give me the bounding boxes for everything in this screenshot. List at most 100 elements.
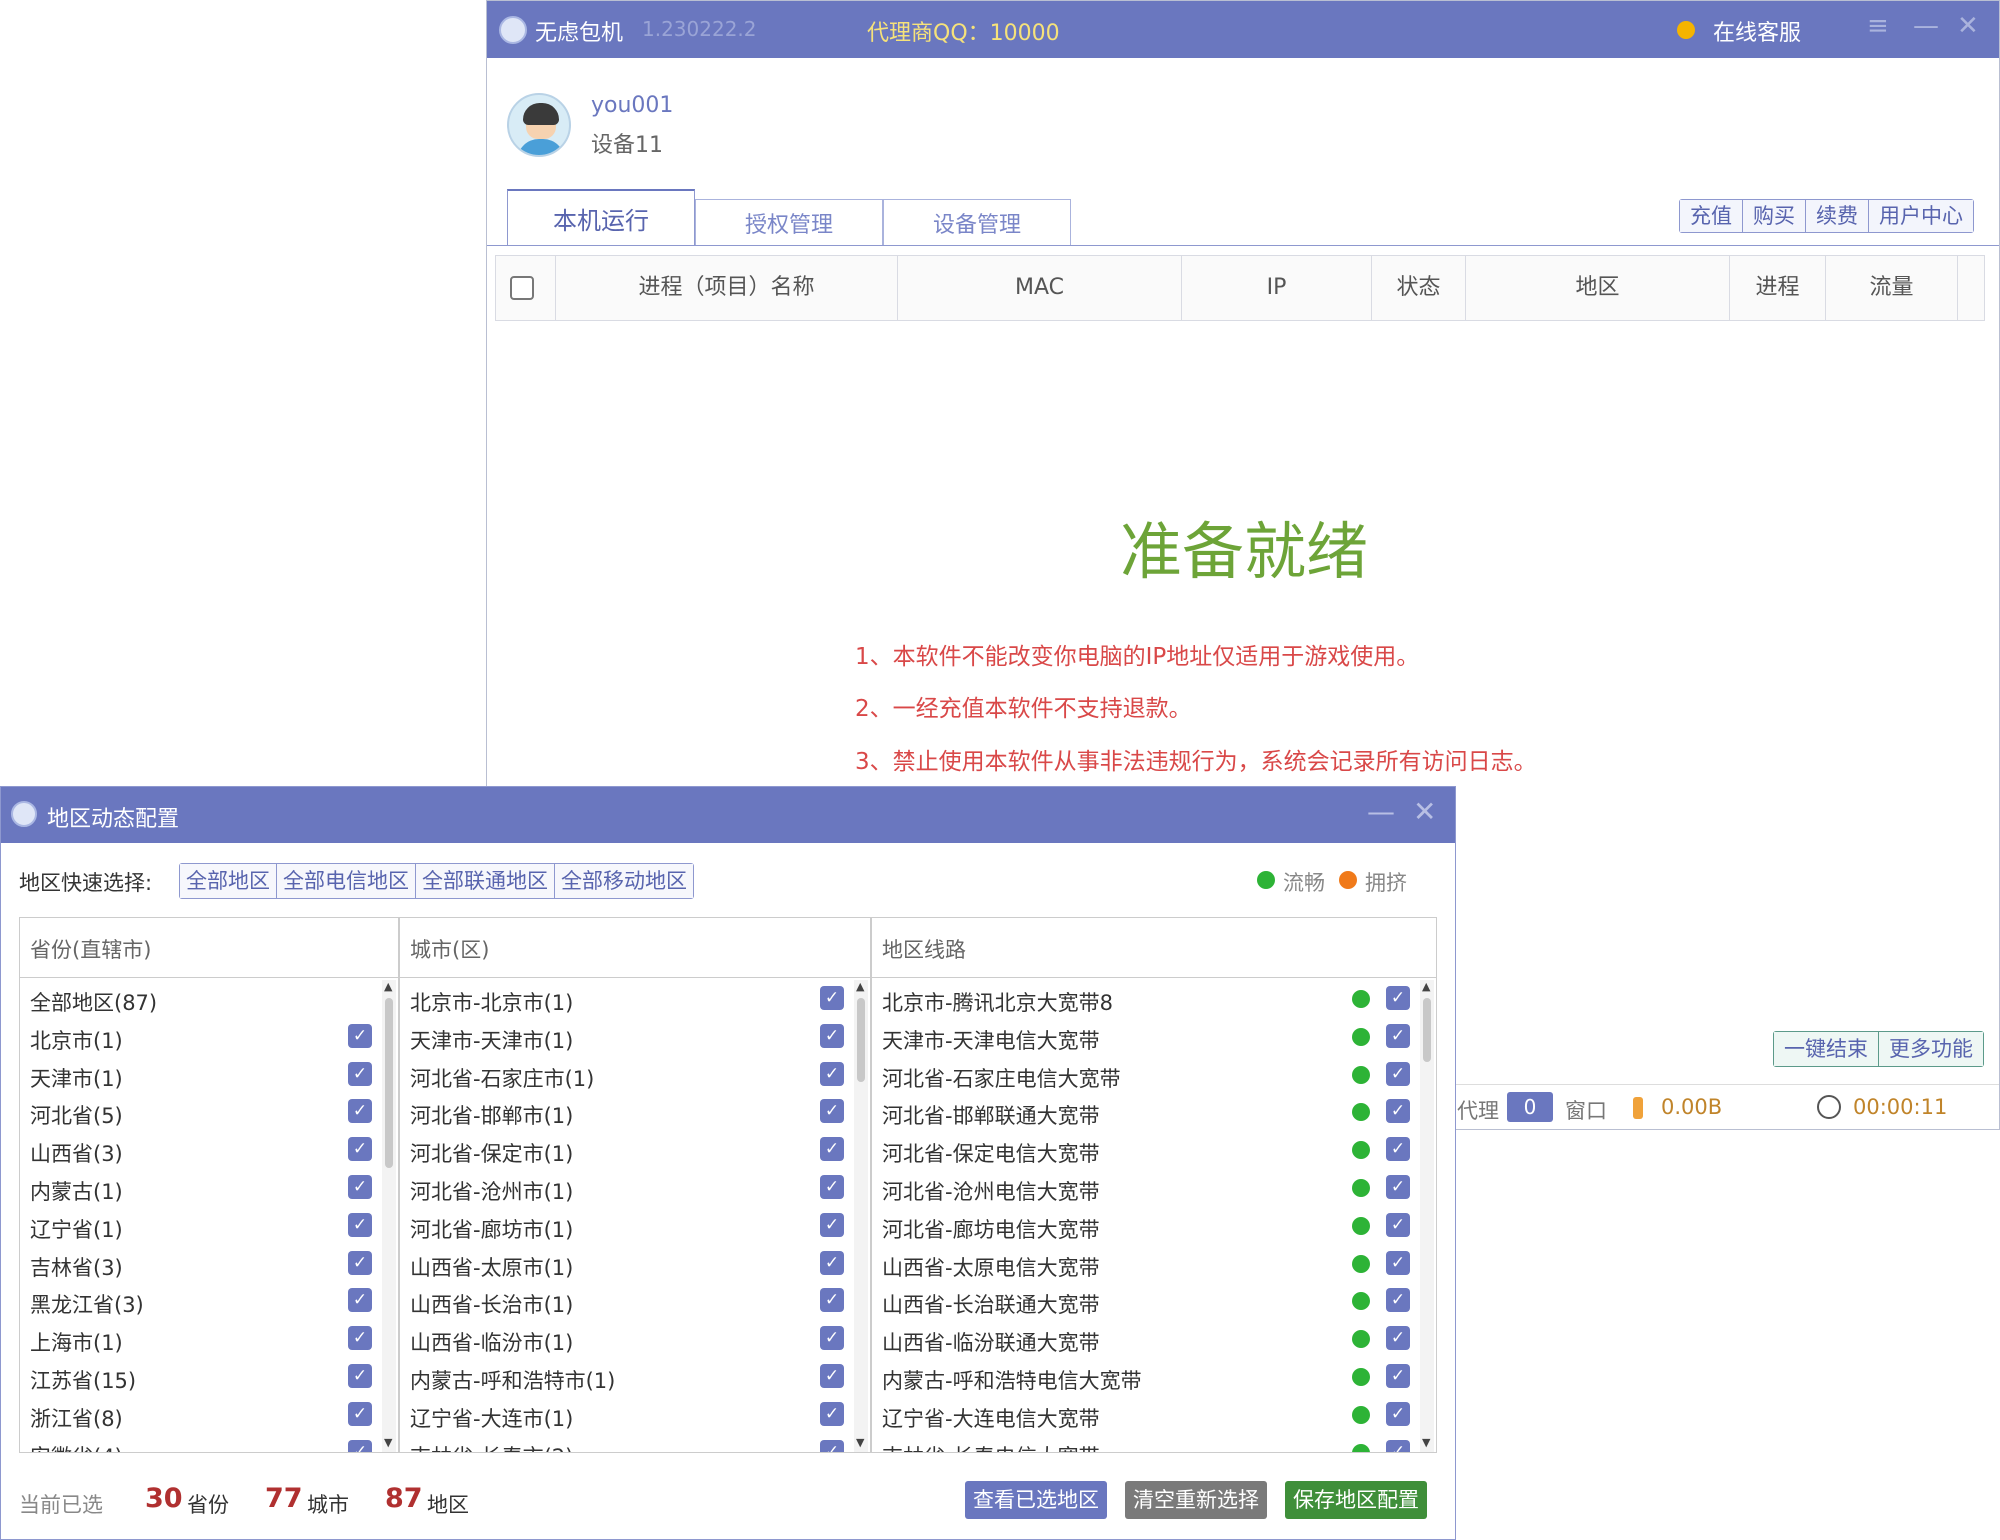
minimize-icon[interactable]: — [1913, 11, 1939, 41]
province-item[interactable]: 全部地区(87) [20, 980, 398, 1018]
city-item[interactable]: 河北省-沧州市(1) ✓ [400, 1169, 870, 1207]
checkbox-checked-icon[interactable]: ✓ [348, 1401, 372, 1426]
checkbox-checked-icon[interactable]: ✓ [1386, 1363, 1410, 1388]
province-item[interactable]: 北京市(1) ✓ [20, 1018, 398, 1056]
recharge-button[interactable]: 充值 [1680, 200, 1742, 232]
all-regions-button[interactable]: 全部地区 [180, 864, 276, 898]
clear-reselect-button[interactable]: 清空重新选择 [1125, 1481, 1267, 1519]
line-item[interactable]: 河北省-邯郸联通大宽带 ✓ [872, 1093, 1436, 1131]
checkbox-checked-icon[interactable]: ✓ [348, 1023, 372, 1048]
checkbox-checked-icon[interactable]: ✓ [1386, 1212, 1410, 1237]
checkbox-checked-icon[interactable]: ✓ [348, 1137, 372, 1162]
line-item[interactable]: 河北省-沧州电信大宽带 ✓ [872, 1169, 1436, 1207]
checkbox-checked-icon[interactable]: ✓ [1386, 1174, 1410, 1199]
checkbox-checked-icon[interactable]: ✓ [820, 1212, 844, 1237]
line-item[interactable]: 山西省-临汾联通大宽带 ✓ [872, 1320, 1436, 1358]
city-item[interactable]: 山西省-临汾市(1) ✓ [400, 1320, 870, 1358]
all-unicom-button[interactable]: 全部联通地区 [415, 864, 554, 898]
province-item[interactable]: 黑龙江省(3) ✓ [20, 1282, 398, 1320]
line-item[interactable]: 辽宁省-大连电信大宽带 ✓ [872, 1396, 1436, 1434]
checkbox-checked-icon[interactable]: ✓ [1386, 986, 1410, 1010]
province-item[interactable]: 山西省(3) ✓ [20, 1131, 398, 1169]
province-scrollbar[interactable]: ▲ ▼ [382, 980, 396, 1452]
city-item[interactable]: 河北省-廊坊市(1) ✓ [400, 1207, 870, 1245]
view-selected-button[interactable]: 查看已选地区 [965, 1481, 1107, 1519]
end-all-button[interactable]: 一键结束 [1774, 1032, 1878, 1066]
checkbox-checked-icon[interactable]: ✓ [1386, 1250, 1410, 1275]
checkbox-checked-icon[interactable]: ✓ [348, 1174, 372, 1199]
tab-device-management[interactable]: 设备管理 [883, 199, 1071, 245]
line-item[interactable]: 天津市-天津电信大宽带 ✓ [872, 1018, 1436, 1056]
checkbox-checked-icon[interactable]: ✓ [348, 1099, 372, 1124]
line-item[interactable]: 河北省-廊坊电信大宽带 ✓ [872, 1207, 1436, 1245]
province-item[interactable]: 内蒙古(1) ✓ [20, 1169, 398, 1207]
checkbox-checked-icon[interactable]: ✓ [348, 1288, 372, 1313]
checkbox-checked-icon[interactable]: ✓ [1386, 1326, 1410, 1351]
checkbox-checked-icon[interactable]: ✓ [1386, 1401, 1410, 1426]
province-item[interactable]: 吉林省(3) ✓ [20, 1245, 398, 1283]
checkbox-checked-icon[interactable]: ✓ [820, 1137, 844, 1162]
province-item[interactable]: 安徽省(4) ✓ [20, 1434, 398, 1452]
line-item[interactable]: 河北省-保定电信大宽带 ✓ [872, 1131, 1436, 1169]
col-mac[interactable]: MAC [898, 256, 1182, 320]
city-item[interactable]: 吉林省-长春市(2) ✓ [400, 1434, 870, 1452]
checkbox-checked-icon[interactable]: ✓ [1386, 1061, 1410, 1086]
checkbox-checked-icon[interactable]: ✓ [348, 1326, 372, 1351]
col-region[interactable]: 地区 [1466, 256, 1730, 320]
province-item[interactable]: 辽宁省(1) ✓ [20, 1207, 398, 1245]
province-item[interactable]: 浙江省(8) ✓ [20, 1396, 398, 1434]
buy-button[interactable]: 购买 [1742, 200, 1805, 232]
checkbox-checked-icon[interactable]: ✓ [820, 1439, 844, 1452]
province-item[interactable]: 河北省(5) ✓ [20, 1093, 398, 1131]
col-status[interactable]: 状态 [1372, 256, 1466, 320]
checkbox-checked-icon[interactable]: ✓ [820, 1363, 844, 1388]
online-service-icon[interactable] [1677, 21, 1695, 39]
city-item[interactable]: 山西省-太原市(1) ✓ [400, 1245, 870, 1283]
checkbox-checked-icon[interactable]: ✓ [820, 1023, 844, 1048]
dialog-close-icon[interactable]: ✕ [1413, 795, 1436, 828]
city-item[interactable]: 辽宁省-大连市(1) ✓ [400, 1396, 870, 1434]
close-icon[interactable]: ✕ [1957, 11, 1979, 41]
province-item[interactable]: 江苏省(15) ✓ [20, 1358, 398, 1396]
col-traffic[interactable]: 流量 [1826, 256, 1958, 320]
select-all-checkbox[interactable] [510, 276, 534, 300]
city-item[interactable]: 河北省-保定市(1) ✓ [400, 1131, 870, 1169]
checkbox-checked-icon[interactable]: ✓ [348, 1439, 372, 1452]
col-process-name[interactable]: 进程（项目）名称 [556, 256, 898, 320]
checkbox-checked-icon[interactable]: ✓ [1386, 1099, 1410, 1124]
checkbox-checked-icon[interactable]: ✓ [348, 1061, 372, 1086]
checkbox-checked-icon[interactable]: ✓ [820, 1288, 844, 1313]
checkbox-checked-icon[interactable]: ✓ [820, 1326, 844, 1351]
avatar[interactable] [507, 93, 571, 157]
checkbox-checked-icon[interactable]: ✓ [1386, 1137, 1410, 1162]
checkbox-checked-icon[interactable]: ✓ [1386, 1288, 1410, 1313]
checkbox-checked-icon[interactable]: ✓ [820, 1401, 844, 1426]
col-ip[interactable]: IP [1182, 256, 1372, 320]
line-item[interactable]: 吉林省-长春电信大宽带 ✓ [872, 1434, 1436, 1452]
province-item[interactable]: 天津市(1) ✓ [20, 1056, 398, 1094]
city-item[interactable]: 天津市-天津市(1) ✓ [400, 1018, 870, 1056]
renew-button[interactable]: 续费 [1805, 200, 1868, 232]
checkbox-checked-icon[interactable]: ✓ [348, 1212, 372, 1237]
menu-icon[interactable]: ≡ [1867, 11, 1889, 41]
city-scrollbar[interactable]: ▲ ▼ [854, 980, 868, 1452]
checkbox-checked-icon[interactable]: ✓ [1386, 1439, 1410, 1452]
checkbox-checked-icon[interactable]: ✓ [1386, 1023, 1410, 1048]
online-service-link[interactable]: 在线客服 [1713, 15, 1801, 47]
user-center-button[interactable]: 用户中心 [1868, 200, 1973, 232]
checkbox-checked-icon[interactable]: ✓ [820, 1174, 844, 1199]
tab-auth-management[interactable]: 授权管理 [695, 199, 883, 245]
col-process[interactable]: 进程 [1730, 256, 1826, 320]
checkbox-checked-icon[interactable]: ✓ [820, 986, 844, 1010]
city-item[interactable]: 河北省-石家庄市(1) ✓ [400, 1056, 870, 1094]
all-mobile-button[interactable]: 全部移动地区 [554, 864, 693, 898]
line-item[interactable]: 内蒙古-呼和浩特电信大宽带 ✓ [872, 1358, 1436, 1396]
save-region-config-button[interactable]: 保存地区配置 [1285, 1481, 1427, 1519]
line-scrollbar[interactable]: ▲ ▼ [1420, 980, 1434, 1452]
dialog-minimize-icon[interactable]: — [1367, 795, 1395, 828]
line-item[interactable]: 山西省-长治联通大宽带 ✓ [872, 1282, 1436, 1320]
more-functions-button[interactable]: 更多功能 [1878, 1032, 1983, 1066]
line-item[interactable]: 山西省-太原电信大宽带 ✓ [872, 1245, 1436, 1283]
checkbox-checked-icon[interactable]: ✓ [820, 1061, 844, 1086]
checkbox-checked-icon[interactable]: ✓ [348, 1250, 372, 1275]
